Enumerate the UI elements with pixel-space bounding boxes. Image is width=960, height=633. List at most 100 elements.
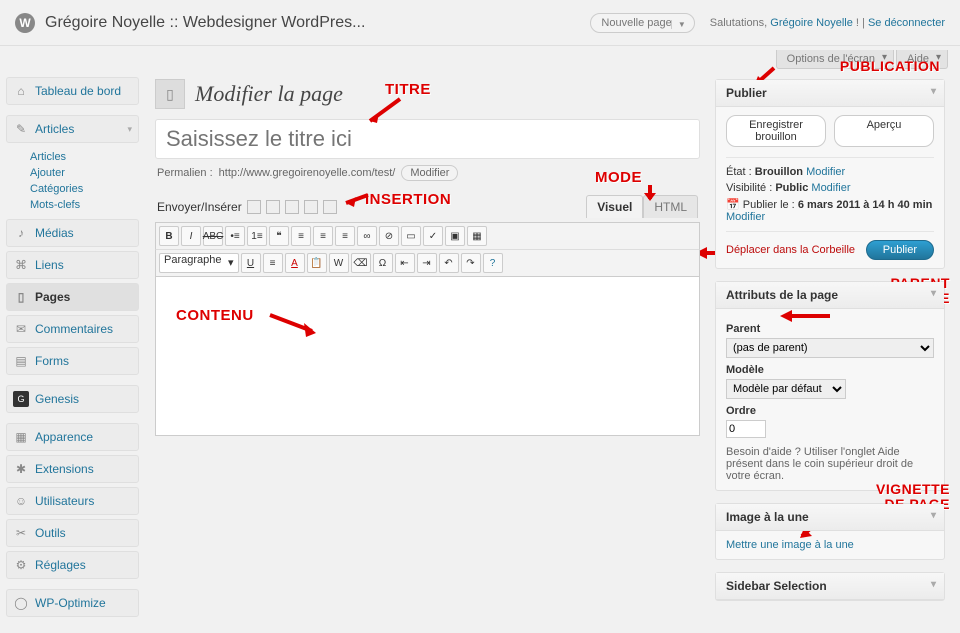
chevron-down-icon[interactable]: ▾ bbox=[931, 86, 936, 97]
kitchensink-button[interactable]: ▦ bbox=[467, 226, 487, 246]
menu-comments[interactable]: ✉Commentaires bbox=[6, 315, 139, 343]
align-right-button[interactable]: ≡ bbox=[335, 226, 355, 246]
submenu-articles-tags[interactable]: Mots-clefs bbox=[30, 199, 80, 211]
ul-button[interactable]: •≡ bbox=[225, 226, 245, 246]
site-title[interactable]: Grégoire Noyelle :: Webdesigner WordPres… bbox=[45, 14, 590, 32]
title-input[interactable] bbox=[155, 119, 700, 159]
tab-visual[interactable]: Visuel bbox=[586, 195, 643, 218]
justify-button[interactable]: ≡ bbox=[263, 253, 283, 273]
wphelp-button[interactable]: ? bbox=[483, 253, 503, 273]
template-select[interactable]: Modèle par défaut bbox=[726, 379, 846, 399]
publish-box-title[interactable]: Publier▾ bbox=[716, 80, 944, 107]
publish-box: PUBLICATION Publier▾ Enregistrer brouill… bbox=[715, 79, 945, 269]
menu-appearance[interactable]: ▦Apparence bbox=[6, 423, 139, 451]
annotation-insertion: INSERTION bbox=[365, 191, 451, 208]
edit-date-link[interactable]: Modifier bbox=[726, 211, 765, 223]
parent-label: Parent bbox=[726, 323, 934, 335]
edit-state-link[interactable]: Modifier bbox=[806, 166, 845, 178]
editor-content[interactable]: CONTENU bbox=[155, 276, 700, 436]
indent-button[interactable]: ⇥ bbox=[417, 253, 437, 273]
add-media-icon[interactable] bbox=[304, 200, 318, 214]
menu-articles[interactable]: ✎Articles▾ bbox=[6, 115, 139, 143]
template-label: Modèle bbox=[726, 364, 934, 376]
sidebar-selection-title[interactable]: Sidebar Selection▾ bbox=[716, 573, 944, 600]
add-image-icon[interactable] bbox=[247, 200, 261, 214]
add-video-icon[interactable] bbox=[266, 200, 280, 214]
spellcheck-button[interactable]: ✓ bbox=[423, 226, 443, 246]
chevron-down-icon[interactable]: ▾ bbox=[931, 510, 936, 521]
help-tab[interactable]: Aide bbox=[896, 50, 948, 69]
set-featured-link[interactable]: Mettre une image à la une bbox=[726, 539, 854, 551]
annotation-titre: TITRE bbox=[385, 81, 431, 98]
ol-button[interactable]: 1≡ bbox=[247, 226, 267, 246]
upload-insert-label: Envoyer/Insérer bbox=[157, 200, 242, 214]
admin-header: W Grégoire Noyelle :: Webdesigner WordPr… bbox=[0, 0, 960, 46]
parent-select[interactable]: (pas de parent) bbox=[726, 338, 934, 358]
permalink-edit-button[interactable]: Modifier bbox=[401, 165, 458, 181]
quote-button[interactable]: ❝ bbox=[269, 226, 289, 246]
removeformat-button[interactable]: ⌫ bbox=[351, 253, 371, 273]
menu-media[interactable]: ♪Médias bbox=[6, 219, 139, 247]
menu-dashboard[interactable]: ⌂Tableau de bord bbox=[6, 77, 139, 105]
pin-icon: ✎ bbox=[13, 121, 29, 137]
user-greeting: Salutations, Grégoire Noyelle ! | Se déc… bbox=[710, 17, 945, 29]
page-icon: ▯ bbox=[13, 289, 29, 305]
fullscreen-button[interactable]: ▣ bbox=[445, 226, 465, 246]
user-profile-link[interactable]: Grégoire Noyelle bbox=[770, 17, 853, 29]
submenu-articles-all[interactable]: Articles bbox=[30, 151, 66, 163]
permalink-url: http://www.gregoirenoyelle.com/test/ bbox=[219, 167, 396, 179]
page-heading-icon: ▯ bbox=[155, 79, 185, 109]
bold-button[interactable]: B bbox=[159, 226, 179, 246]
paste-button[interactable]: 📋 bbox=[307, 253, 327, 273]
attributes-box-title[interactable]: Attributs de la page▾ bbox=[716, 282, 944, 309]
menu-genesis[interactable]: GGenesis bbox=[6, 385, 139, 413]
menu-links[interactable]: ⌘Liens bbox=[6, 251, 139, 279]
add-other-icon[interactable] bbox=[323, 200, 337, 214]
pasteword-button[interactable]: W bbox=[329, 253, 349, 273]
appearance-icon: ▦ bbox=[13, 429, 29, 445]
preview-button[interactable]: Aperçu bbox=[834, 115, 934, 147]
publish-button[interactable]: Publier bbox=[866, 240, 934, 260]
align-left-button[interactable]: ≡ bbox=[291, 226, 311, 246]
order-input[interactable] bbox=[726, 420, 766, 438]
more-button[interactable]: ▭ bbox=[401, 226, 421, 246]
permalink-label: Permalien : bbox=[157, 167, 213, 179]
screen-meta: Options de l'écran Aide bbox=[0, 46, 960, 69]
unlink-button[interactable]: ⊘ bbox=[379, 226, 399, 246]
outdent-button[interactable]: ⇤ bbox=[395, 253, 415, 273]
align-center-button[interactable]: ≡ bbox=[313, 226, 333, 246]
underline-button[interactable]: U bbox=[241, 253, 261, 273]
menu-extensions[interactable]: ✱Extensions bbox=[6, 455, 139, 483]
chevron-down-icon: ▾ bbox=[127, 124, 132, 135]
chevron-down-icon[interactable]: ▾ bbox=[931, 288, 936, 299]
charmap-button[interactable]: Ω bbox=[373, 253, 393, 273]
tab-html[interactable]: HTML bbox=[643, 195, 698, 218]
chevron-down-icon[interactable]: ▾ bbox=[931, 579, 936, 590]
menu-wpoptimize[interactable]: ◯WP-Optimize bbox=[6, 589, 139, 617]
trash-link[interactable]: Déplacer dans la Corbeille bbox=[726, 244, 855, 256]
redo-button[interactable]: ↷ bbox=[461, 253, 481, 273]
menu-pages[interactable]: ▯Pages bbox=[6, 283, 139, 311]
submenu-articles-cats[interactable]: Catégories bbox=[30, 183, 83, 195]
italic-button[interactable]: I bbox=[181, 226, 201, 246]
submenu-articles-add[interactable]: Ajouter bbox=[30, 167, 65, 179]
edit-visibility-link[interactable]: Modifier bbox=[811, 182, 850, 194]
link-button[interactable]: ∞ bbox=[357, 226, 377, 246]
featured-box-title[interactable]: Image à la une▾ bbox=[716, 504, 944, 531]
media-icon: ♪ bbox=[13, 225, 29, 241]
screen-options-tab[interactable]: Options de l'écran bbox=[776, 50, 894, 69]
undo-button[interactable]: ↶ bbox=[439, 253, 459, 273]
menu-forms[interactable]: ▤Forms bbox=[6, 347, 139, 375]
save-draft-button[interactable]: Enregistrer brouillon bbox=[726, 115, 826, 147]
sidebar-selection-box: Sidebar Selection▾ bbox=[715, 572, 945, 601]
menu-users[interactable]: ☺Utilisateurs bbox=[6, 487, 139, 515]
menu-tools[interactable]: ✂Outils bbox=[6, 519, 139, 547]
new-page-button[interactable]: Nouvelle page bbox=[590, 13, 694, 33]
strike-button[interactable]: ABC bbox=[203, 226, 223, 246]
textcolor-button[interactable]: A bbox=[285, 253, 305, 273]
wp-logo-icon: W bbox=[15, 13, 35, 33]
format-select[interactable]: Paragraphe bbox=[159, 253, 239, 273]
page-attributes-box: PARENT ET MODÈLE Attributs de la page▾ P… bbox=[715, 281, 945, 491]
logout-link[interactable]: Se déconnecter bbox=[868, 17, 945, 29]
add-audio-icon[interactable] bbox=[285, 200, 299, 214]
